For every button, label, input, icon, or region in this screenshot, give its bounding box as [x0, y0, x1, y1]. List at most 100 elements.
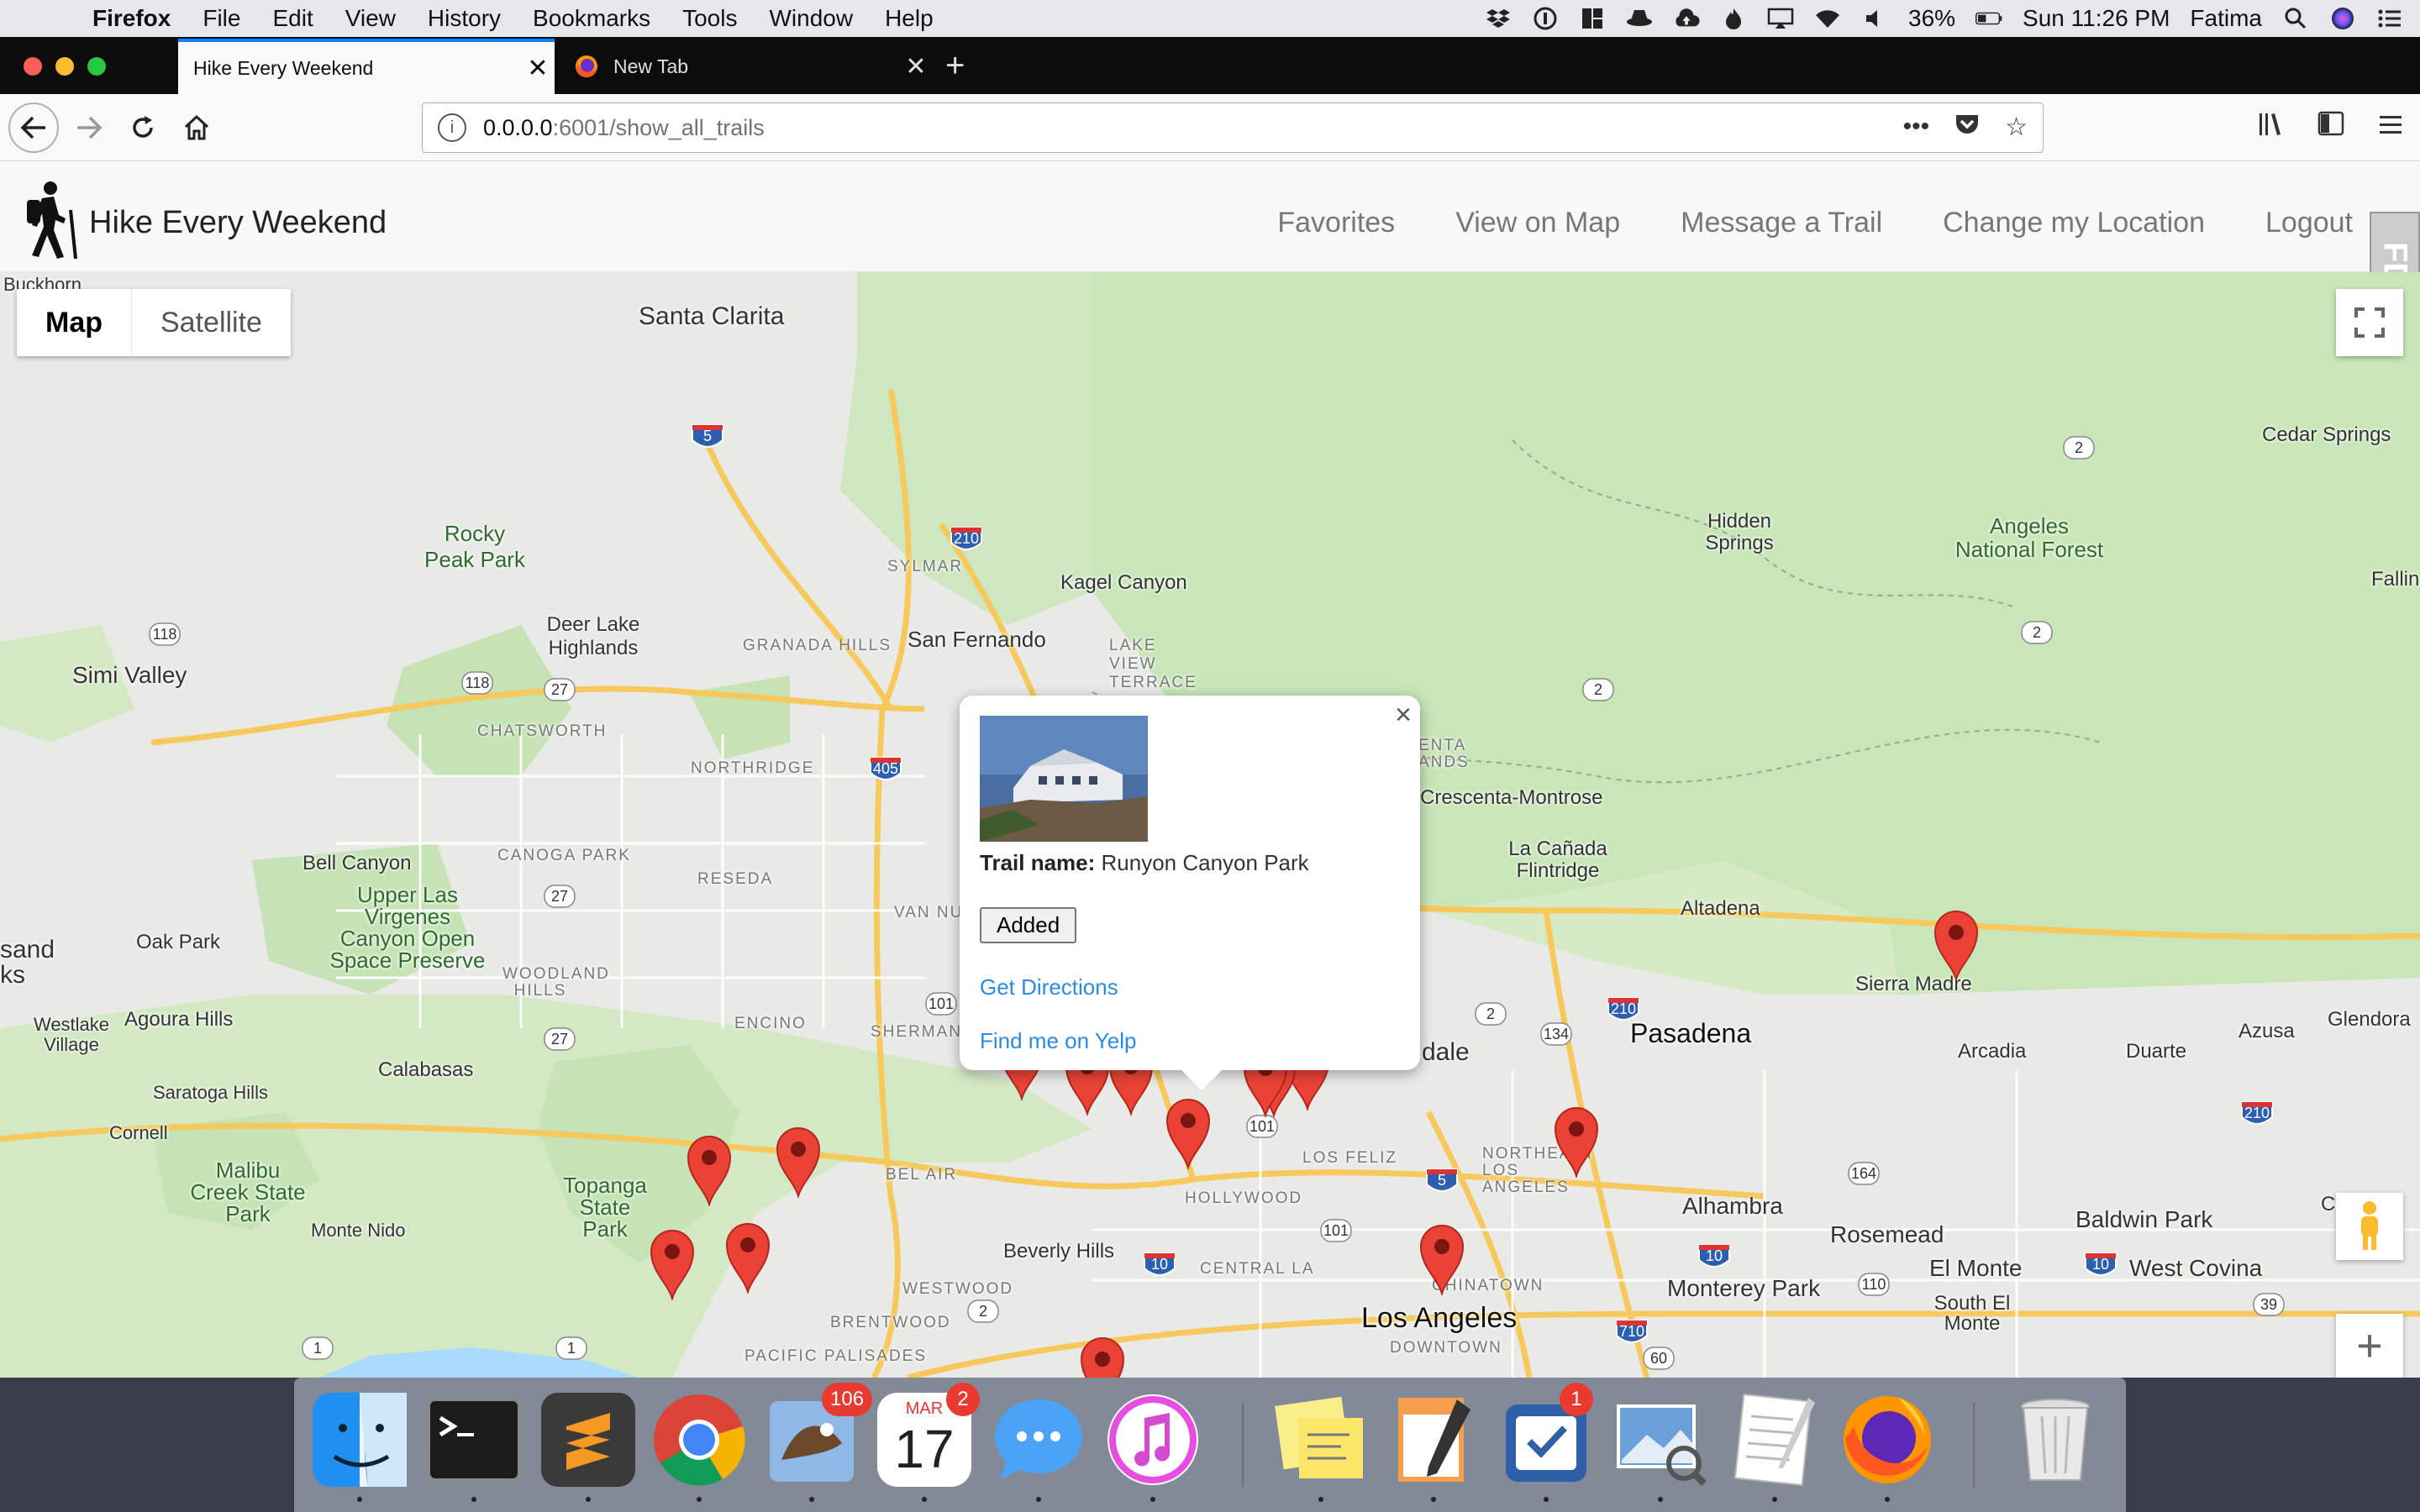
- app-menu-firefox[interactable]: Firefox: [92, 5, 171, 32]
- new-tab-plus-icon[interactable]: +: [945, 47, 965, 85]
- back-arrow-icon[interactable]: [8, 102, 59, 153]
- running-indicator: [1318, 1497, 1323, 1502]
- trail-marker-pin-icon[interactable]: [687, 1134, 732, 1208]
- fullscreen-icon[interactable]: [2336, 289, 2403, 356]
- tab-new-tab[interactable]: New Tab ✕: [558, 39, 933, 94]
- menu-tools[interactable]: Tools: [682, 5, 737, 32]
- dropbox-icon[interactable]: [1485, 6, 1512, 31]
- map-label: Fallin: [2371, 568, 2420, 591]
- trash-icon[interactable]: [2008, 1393, 2102, 1487]
- incognito-hat-icon[interactable]: [1626, 6, 1653, 31]
- menu-help[interactable]: Help: [885, 5, 934, 32]
- map-label: HOLLYWOOD: [1185, 1189, 1303, 1207]
- menu-file[interactable]: File: [203, 5, 240, 32]
- cloud-upload-icon[interactable]: [1673, 6, 1700, 31]
- window-close-button[interactable]: [24, 57, 42, 76]
- forward-arrow-icon[interactable]: [64, 102, 114, 153]
- trail-marker-pin-icon[interactable]: [1419, 1223, 1465, 1297]
- airplay-icon[interactable]: [1767, 6, 1794, 31]
- trail-marker-pin-icon[interactable]: [1933, 909, 1979, 983]
- terminal-icon[interactable]: [427, 1393, 521, 1487]
- sublime-text-icon[interactable]: [541, 1393, 635, 1487]
- nav-message-a-trail[interactable]: Message a Trail: [1681, 207, 1882, 239]
- map-type-map-button[interactable]: Map: [17, 289, 132, 356]
- hiker-logo-icon[interactable]: [20, 180, 84, 260]
- firefox-icon[interactable]: [1840, 1393, 1934, 1487]
- preview-icon[interactable]: [1613, 1393, 1707, 1487]
- map-label: CENTRAL LA: [1200, 1260, 1315, 1278]
- added-favorite-button[interactable]: Added: [980, 907, 1077, 943]
- bookmark-star-icon[interactable]: ☆: [2005, 113, 2028, 143]
- menubar-clock[interactable]: Sun 11:26 PM: [2023, 5, 2170, 32]
- trail-marker-pin-icon[interactable]: [650, 1228, 695, 1302]
- nav-logout[interactable]: Logout: [2265, 207, 2353, 239]
- hamburger-menu-icon[interactable]: [2378, 111, 2403, 144]
- messages-icon[interactable]: [992, 1393, 1086, 1487]
- menu-view[interactable]: View: [345, 5, 396, 32]
- google-map[interactable]: Santa Clarita Rocky Peak Park Simi Valle…: [0, 272, 2420, 1378]
- url-text[interactable]: 0.0.0.0:6001/show_all_trails: [483, 115, 765, 141]
- sidebar-toggle-icon[interactable]: [2317, 111, 2344, 144]
- map-label: Monte Nido: [311, 1220, 406, 1241]
- window-zoom-button[interactable]: [87, 57, 106, 76]
- map-label: NORTHRIDGE: [691, 759, 815, 777]
- itunes-icon[interactable]: [1106, 1393, 1200, 1487]
- map-label: DOWNTOWN: [1390, 1339, 1502, 1357]
- url-bar[interactable]: i 0.0.0.0:6001/show_all_trails ••• ☆: [422, 102, 2044, 153]
- find-on-yelp-link[interactable]: Find me on Yelp: [980, 1028, 1136, 1054]
- siri-icon[interactable]: [2329, 6, 2356, 31]
- window-minimize-button[interactable]: [55, 57, 74, 76]
- close-tab-icon[interactable]: ✕: [521, 54, 555, 83]
- tab-hike-every-weekend[interactable]: Hike Every Weekend ✕: [178, 39, 555, 94]
- library-icon[interactable]: [2257, 111, 2284, 144]
- grid-app-icon[interactable]: [1579, 6, 1606, 31]
- volume-icon[interactable]: [1861, 6, 1888, 31]
- close-tab-icon[interactable]: ✕: [899, 52, 933, 81]
- chrome-icon[interactable]: [652, 1393, 746, 1487]
- running-indicator: [1772, 1497, 1777, 1502]
- map-label: SYLMAR: [887, 558, 964, 575]
- spotlight-search-icon[interactable]: [2282, 6, 2309, 31]
- textedit-icon[interactable]: [1728, 1393, 1822, 1487]
- map-label: South El Monte: [1933, 1292, 2011, 1335]
- stickies-icon[interactable]: [1274, 1393, 1368, 1487]
- trail-marker-pin-icon[interactable]: [1554, 1105, 1599, 1179]
- finder-icon[interactable]: [313, 1393, 407, 1487]
- menubar-user[interactable]: Fatima: [2190, 5, 2262, 32]
- map-label: GRANADA HILLS: [743, 637, 892, 654]
- trail-marker-pin-icon[interactable]: [776, 1126, 821, 1200]
- nav-favorites[interactable]: Favorites: [1277, 207, 1395, 239]
- map-type-satellite-button[interactable]: Satellite: [132, 289, 291, 356]
- get-directions-link[interactable]: Get Directions: [980, 974, 1118, 1000]
- map-label: Angeles National Forest: [1954, 513, 2104, 562]
- map-label: El Monte: [1929, 1255, 2023, 1281]
- map-type-control: Map Satellite: [17, 289, 291, 356]
- zoom-in-button[interactable]: +: [2336, 1314, 2403, 1378]
- reload-icon[interactable]: [118, 102, 168, 153]
- onepassword-icon[interactable]: [1532, 6, 1559, 31]
- street-view-pegman-icon[interactable]: [2336, 1193, 2403, 1260]
- battery-icon[interactable]: [1975, 6, 2002, 31]
- trail-name-value: Runyon Canyon Park: [1101, 850, 1309, 875]
- pages-icon[interactable]: [1386, 1393, 1481, 1487]
- trail-marker-pin-icon[interactable]: [1080, 1336, 1125, 1378]
- home-icon[interactable]: [171, 102, 222, 153]
- menu-bookmarks[interactable]: Bookmarks: [533, 5, 650, 32]
- trail-marker-pin-icon[interactable]: [1165, 1097, 1211, 1171]
- flame-icon[interactable]: [1720, 6, 1747, 31]
- page-actions-ellipsis-icon[interactable]: •••: [1903, 113, 1930, 143]
- close-icon[interactable]: ×: [1395, 699, 1412, 732]
- pocket-icon[interactable]: [1954, 113, 1980, 143]
- site-title[interactable]: Hike Every Weekend: [89, 205, 387, 241]
- nav-change-my-location[interactable]: Change my Location: [1943, 207, 2205, 239]
- menu-edit[interactable]: Edit: [272, 5, 313, 32]
- wifi-icon[interactable]: [1814, 6, 1841, 31]
- trail-marker-pin-icon[interactable]: [725, 1221, 771, 1295]
- map-label: West Covina: [2129, 1255, 2263, 1281]
- notification-center-icon[interactable]: [2376, 6, 2403, 31]
- map-label: Cornell: [109, 1122, 168, 1143]
- menu-history[interactable]: History: [428, 5, 501, 32]
- nav-view-on-map[interactable]: View on Map: [1455, 207, 1620, 239]
- page-info-icon[interactable]: i: [438, 113, 466, 142]
- menu-window[interactable]: Window: [769, 5, 853, 32]
